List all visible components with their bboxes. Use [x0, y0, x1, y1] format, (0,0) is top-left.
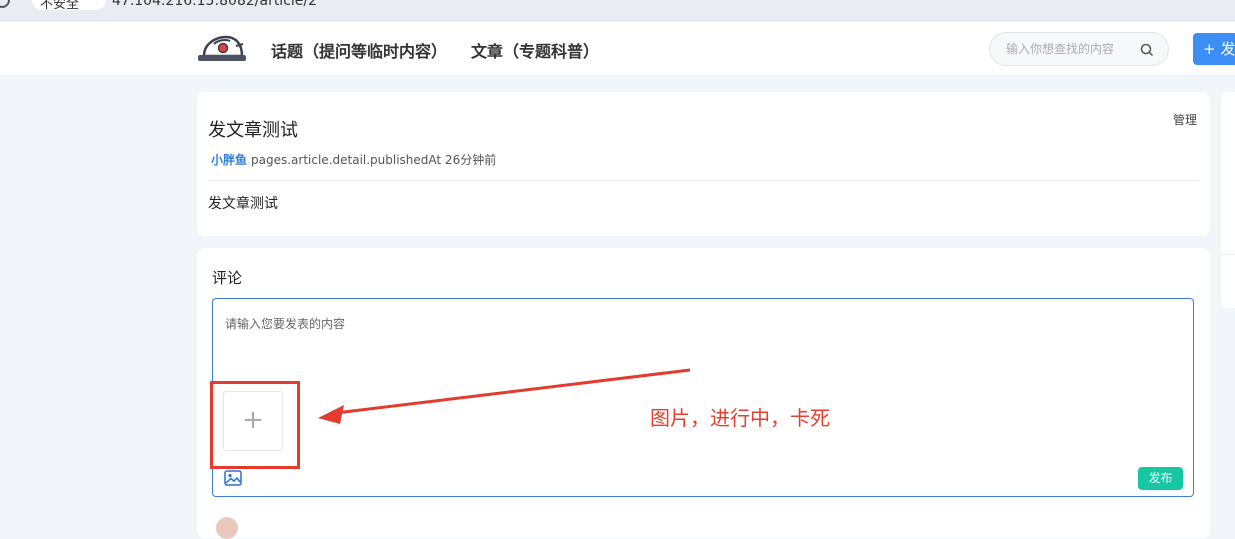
annotation-text: 图片，进行中，卡死: [650, 406, 830, 430]
nav-topics[interactable]: 话题（提问等临时内容）: [271, 38, 447, 62]
comment-card: 评论 + 发布: [197, 248, 1210, 538]
article-card: 发文章测试 管理 小胖鱼 pages.article.detail.publish…: [197, 92, 1210, 236]
avatar: [216, 517, 238, 539]
cap-logo-icon[interactable]: [196, 34, 248, 64]
published-meta: pages.article.detail.publishedAt 26分钟前: [251, 153, 497, 167]
url-text[interactable]: 47.104.216.15:8082/article/2: [112, 0, 317, 9]
article-title: 发文章测试: [208, 120, 298, 141]
reload-icon[interactable]: [0, 0, 10, 8]
side-card: [1221, 92, 1235, 308]
divider: [1221, 254, 1235, 255]
browser-address-bar: 不安全 47.104.216.15:8082/article/2: [0, 0, 1235, 21]
submit-comment-button[interactable]: 发布: [1138, 467, 1183, 490]
nav-articles[interactable]: 文章（专题科普）: [471, 38, 599, 62]
search-input[interactable]: [1004, 40, 1134, 58]
comment-input[interactable]: [223, 313, 1183, 373]
article-meta: 小胖鱼 pages.article.detail.publishedAt 26分钟…: [211, 151, 496, 168]
comment-section-title: 评论: [212, 269, 243, 287]
security-label[interactable]: 不安全: [40, 0, 79, 12]
search-icon[interactable]: [1140, 43, 1154, 57]
publish-button[interactable]: + 发: [1193, 33, 1235, 65]
manage-link[interactable]: 管理: [1173, 111, 1197, 128]
divider: [208, 180, 1199, 181]
annotation-highlight-box: [210, 381, 300, 469]
image-icon[interactable]: [224, 470, 242, 486]
author-link[interactable]: 小胖鱼: [211, 153, 247, 167]
comment-editor[interactable]: + 发布: [212, 298, 1194, 497]
search-box[interactable]: [989, 32, 1169, 66]
article-body: 发文章测试: [208, 196, 278, 212]
site-header: 话题（提问等临时内容） 文章（专题科普） + 发: [0, 22, 1235, 76]
